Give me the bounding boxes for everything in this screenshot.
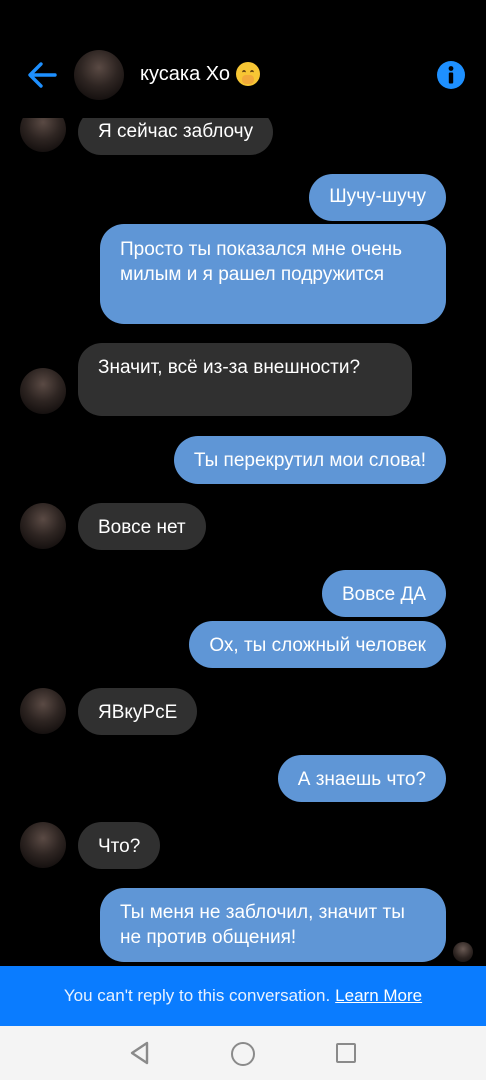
info-icon <box>437 61 465 89</box>
message-incoming[interactable]: Что? <box>78 822 161 869</box>
back-button[interactable] <box>22 56 62 96</box>
arrow-left-icon <box>28 62 57 88</box>
circle-home-icon[interactable] <box>231 1042 255 1066</box>
message-outgoing[interactable]: Шучу-шучу <box>309 174 446 221</box>
triangle-back-icon[interactable] <box>127 1040 151 1066</box>
message-incoming[interactable]: Значит, всё из-за внешности? <box>78 343 412 416</box>
square-recents-icon[interactable] <box>336 1043 356 1063</box>
message-incoming[interactable]: Вовсе нет <box>78 503 206 550</box>
hand-over-mouth-emoji-icon <box>235 62 260 86</box>
message-outgoing[interactable]: Просто ты показался мне очень милым и я … <box>100 224 446 324</box>
contact-name: кусака Хо <box>140 62 230 85</box>
cannot-reply-text: You can't reply to this conversation. <box>63 986 331 1005</box>
message-incoming[interactable]: ЯВкуРсЕ <box>78 688 198 735</box>
message-outgoing[interactable]: А знаешь что? <box>277 755 446 802</box>
contact-avatar[interactable] <box>20 368 66 414</box>
contact-avatar[interactable] <box>20 822 66 868</box>
message-outgoing[interactable]: Ты меня не заблочил, значит ты не против… <box>100 888 446 962</box>
contact-avatar[interactable] <box>20 688 66 734</box>
contact-title[interactable]: кусака Хо <box>140 62 260 86</box>
message-outgoing[interactable]: Вовсе ДА <box>321 570 446 617</box>
info-button[interactable] <box>436 60 466 90</box>
message-outgoing[interactable]: Ох, ты сложный человек <box>189 621 446 668</box>
chat-header: кусака Хо <box>0 0 486 118</box>
cannot-reply-banner: You can't reply to this conversation. Le… <box>0 966 486 1026</box>
seen-indicator-avatar <box>453 942 473 962</box>
contact-avatar[interactable] <box>20 503 66 549</box>
message-outgoing[interactable]: Ты перекрутил мои слова! <box>173 436 446 484</box>
message-list[interactable]: Я сейчас заблочу Шучу-шучу Просто ты пок… <box>0 0 486 966</box>
learn-more-link[interactable]: Learn More <box>335 986 422 1006</box>
contact-avatar[interactable] <box>74 50 124 100</box>
